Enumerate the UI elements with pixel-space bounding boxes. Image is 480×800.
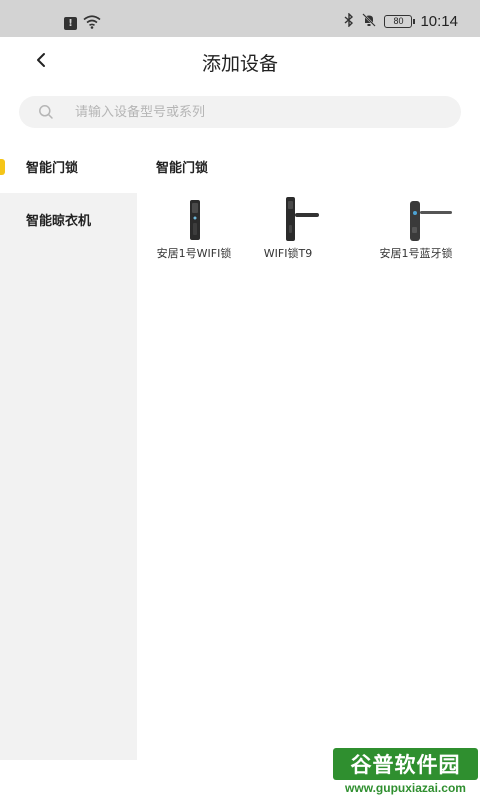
mute-icon: [362, 12, 377, 31]
alert-icon: !: [64, 17, 77, 30]
status-bar: ! 80 10:14: [0, 0, 480, 37]
page-title: 添加设备: [201, 53, 278, 75]
product-item[interactable]: 安居1号蓝牙锁: [361, 195, 471, 270]
category-sidebar: 智能门锁 智能晾衣机: [0, 140, 137, 760]
product-label: WIFI锁T9: [263, 247, 313, 260]
door-lock-image: [361, 195, 471, 241]
product-label: 安居1号蓝牙锁: [379, 247, 453, 260]
sidebar-item-smart-lock[interactable]: 智能门锁: [0, 140, 137, 193]
product-item[interactable]: WIFI锁T9: [233, 195, 343, 270]
wifi-icon: [83, 14, 101, 33]
active-indicator: [0, 159, 5, 175]
product-grid: 安居1号WIFI锁 WIFI锁T9 安居1号蓝牙锁: [137, 195, 480, 275]
bluetooth-icon: [344, 12, 354, 31]
nav-bar: 添加设备: [0, 37, 480, 87]
sidebar-item-label: 智能门锁: [26, 161, 79, 176]
section-title: 智能门锁: [156, 161, 209, 176]
watermark-url: www.gupuxiazai.com: [345, 781, 466, 795]
search-icon: [38, 104, 54, 120]
status-time: 10:14: [420, 13, 458, 30]
watermark-title: 谷普软件园: [333, 748, 478, 780]
search-bar[interactable]: [19, 96, 461, 128]
search-input[interactable]: [75, 104, 415, 120]
status-left: !: [64, 14, 101, 33]
battery-icon: 80: [384, 15, 416, 28]
door-lock-image: [233, 195, 343, 241]
sidebar-item-smart-drying-rack[interactable]: 智能晾衣机: [0, 193, 137, 246]
watermark-logo: 谷普软件园 www.gupuxiazai.com: [333, 748, 478, 798]
status-right: 80 10:14: [344, 12, 458, 31]
sidebar-item-label: 智能晾衣机: [26, 214, 92, 229]
